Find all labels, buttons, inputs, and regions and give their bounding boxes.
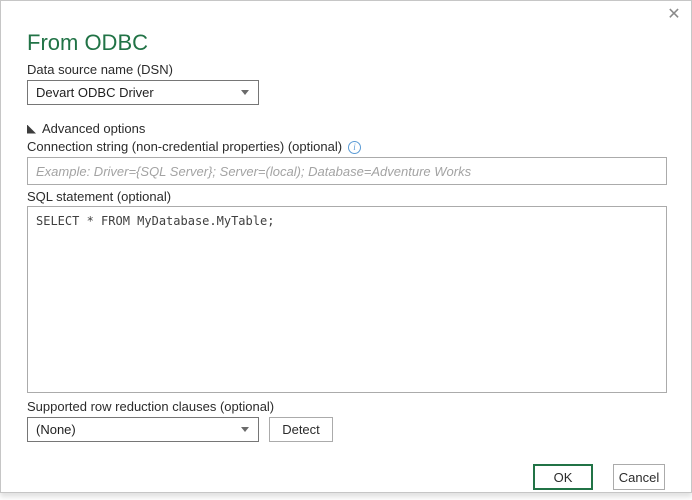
connection-string-input[interactable] [27, 157, 667, 185]
advanced-options-label: Advanced options [42, 121, 145, 136]
page-title: From ODBC [27, 29, 666, 57]
chevron-down-icon [241, 90, 249, 95]
chevron-down-icon [241, 427, 249, 432]
dsn-dropdown-value: Devart ODBC Driver [36, 85, 154, 100]
from-odbc-dialog: ✕ From ODBC Data source name (DSN) Devar… [0, 0, 692, 493]
advanced-options-toggle[interactable]: Advanced options [27, 121, 145, 136]
cancel-button[interactable]: Cancel [613, 464, 665, 490]
dsn-dropdown[interactable]: Devart ODBC Driver [27, 80, 259, 105]
info-icon[interactable]: i [348, 141, 361, 154]
row-reduction-dropdown-value: (None) [36, 422, 76, 437]
ok-button[interactable]: OK [533, 464, 593, 490]
connection-string-label-row: Connection string (non-credential proper… [27, 140, 666, 154]
sql-statement-textarea[interactable]: SELECT * FROM MyDatabase.MyTable; [27, 206, 667, 393]
connection-string-label: Connection string (non-credential proper… [27, 140, 342, 154]
footer-buttons: OK Cancel [533, 464, 665, 490]
row-reduction-label: Supported row reduction clauses (optiona… [27, 400, 666, 414]
dsn-label: Data source name (DSN) [27, 63, 666, 77]
detect-button[interactable]: Detect [269, 417, 333, 442]
dialog-content: From ODBC Data source name (DSN) Devart … [1, 29, 691, 442]
row-reduction-row: (None) Detect [27, 417, 666, 442]
sql-statement-label: SQL statement (optional) [27, 190, 666, 204]
collapse-triangle-icon [27, 125, 36, 134]
row-reduction-dropdown[interactable]: (None) [27, 417, 259, 442]
close-icon[interactable]: ✕ [664, 4, 684, 24]
